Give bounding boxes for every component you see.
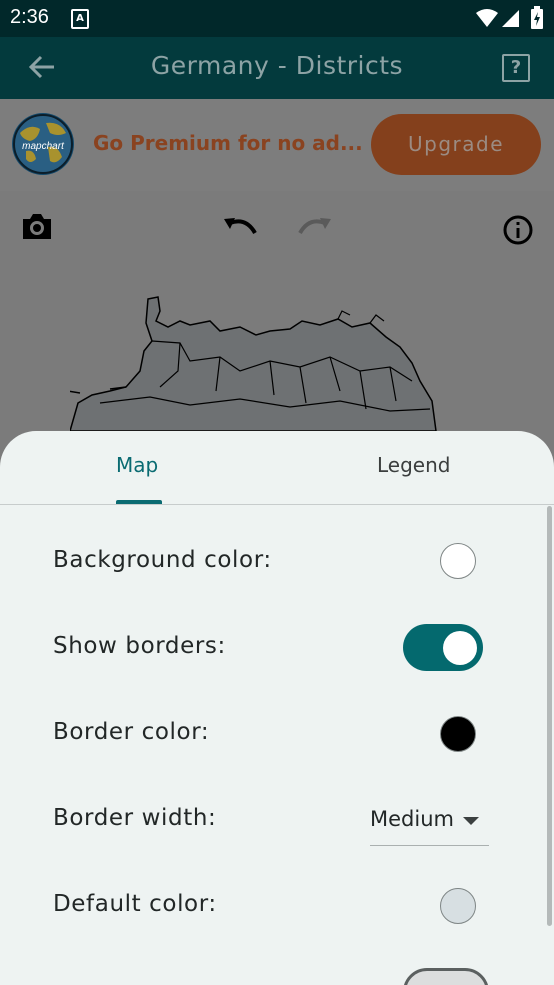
notification-icon: A xyxy=(71,9,89,29)
border-width-dropdown[interactable]: Medium xyxy=(370,797,489,846)
redo-icon[interactable] xyxy=(297,215,333,239)
upgrade-button[interactable]: Upgrade xyxy=(371,114,541,175)
toggle-knob xyxy=(443,631,477,665)
signal-icon xyxy=(502,10,519,27)
background-color-label: Background color: xyxy=(53,547,272,573)
default-color-swatch[interactable] xyxy=(440,888,476,924)
camera-icon[interactable] xyxy=(20,211,54,241)
page-title: Germany - Districts xyxy=(150,51,404,80)
tab-legend[interactable]: Legend xyxy=(377,453,450,477)
border-color-label: Border color: xyxy=(53,719,210,745)
tab-bar: Map Legend xyxy=(0,431,554,505)
status-time: 2:36 xyxy=(10,6,49,28)
default-color-label: Default color: xyxy=(53,891,217,917)
background-color-swatch[interactable] xyxy=(440,543,476,579)
help-button[interactable]: ? xyxy=(502,54,530,82)
border-width-value: Medium xyxy=(370,807,454,831)
scrollbar[interactable] xyxy=(547,506,552,926)
border-width-label: Border width: xyxy=(53,805,217,831)
info-icon[interactable] xyxy=(502,214,534,246)
germany-districts-map[interactable] xyxy=(70,291,450,431)
tab-map[interactable]: Map xyxy=(116,453,158,477)
show-borders-toggle[interactable] xyxy=(403,624,483,671)
show-borders-label: Show borders: xyxy=(53,633,226,659)
battery-icon xyxy=(531,6,543,29)
border-color-swatch[interactable] xyxy=(440,716,476,752)
logo-text: mapchart xyxy=(22,141,64,152)
settings-sheet: Map Legend Background color: Show border… xyxy=(0,431,554,985)
promo-text[interactable]: Go Premium for no ad... xyxy=(93,131,363,155)
dropdown-arrow-icon xyxy=(463,817,479,825)
active-tab-indicator xyxy=(116,500,162,504)
status-bar: 2:36 A xyxy=(0,0,554,37)
partial-toggle[interactable] xyxy=(403,968,489,985)
wifi-icon xyxy=(476,9,498,27)
undo-icon[interactable] xyxy=(222,215,258,239)
app-toolbar: Germany - Districts ? xyxy=(0,37,554,99)
mapchart-logo: mapchart xyxy=(12,113,74,175)
map-area xyxy=(0,191,554,431)
premium-banner: mapchart Go Premium for no ad... Upgrade xyxy=(0,99,554,191)
